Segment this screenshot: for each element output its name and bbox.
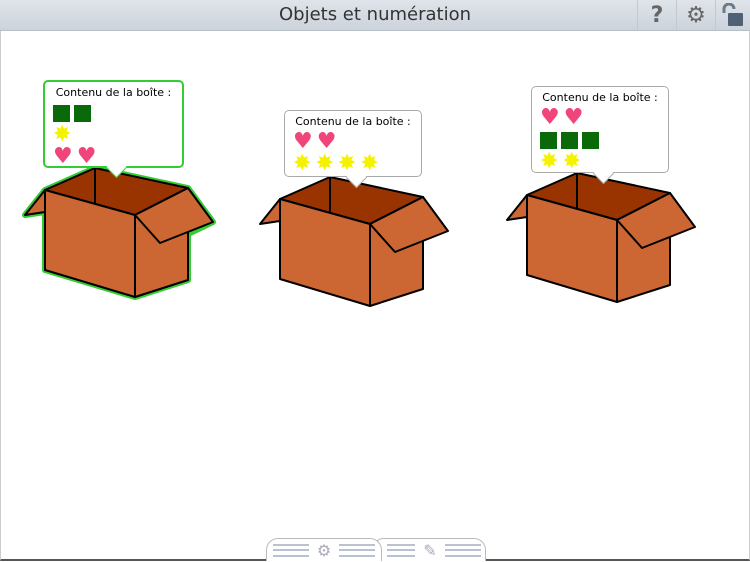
heart-icon: ♥	[53, 144, 73, 169]
lock-button[interactable]	[715, 0, 750, 30]
box-3[interactable]	[506, 172, 697, 305]
square-icon	[561, 131, 578, 149]
heart-icon: ♥	[293, 129, 313, 154]
box-2[interactable]	[259, 176, 450, 309]
box-contents-bubble: Contenu de la boîte : ♥ ♥ ✸ ✸	[531, 86, 669, 185]
gear-icon: ⚙	[316, 540, 332, 560]
tab-settings[interactable]: ⚙	[266, 538, 382, 561]
top-bar: Objets et numération ? ⚙	[0, 0, 750, 31]
item-row: ✸	[53, 124, 174, 146]
gear-icon: ⚙	[686, 2, 706, 28]
box-contents-bubble: Contenu de la boîte : ✸ ♥ ♥	[43, 80, 184, 179]
unlock-icon	[722, 3, 743, 26]
item-row: ♥ ♥	[540, 107, 660, 129]
heart-icon: ♥	[563, 105, 584, 130]
bubble-title: Contenu de la boîte :	[542, 91, 658, 104]
square-icon	[582, 131, 599, 149]
star-icon: ✸	[360, 151, 379, 176]
square-icon	[53, 104, 70, 122]
help-icon: ?	[650, 2, 664, 28]
box-contents-bubble: Contenu de la boîte : ♥ ♥ ✸ ✸ ✸ ✸	[284, 110, 422, 189]
square-icon	[74, 104, 91, 122]
help-button[interactable]: ?	[637, 0, 676, 30]
star-icon: ✸	[562, 149, 581, 174]
heart-icon: ♥	[76, 144, 97, 169]
heart-icon: ♥	[540, 105, 560, 130]
settings-button[interactable]: ⚙	[676, 0, 715, 30]
item-row	[540, 129, 660, 151]
star-icon: ✸	[540, 149, 559, 174]
box-1[interactable]	[22, 165, 216, 300]
square-icon	[540, 131, 557, 149]
bubble-title: Contenu de la boîte :	[295, 115, 411, 128]
tab-edit[interactable]: ✎	[372, 538, 486, 561]
item-row: ♥ ♥	[293, 131, 413, 153]
star-icon: ✸	[293, 151, 312, 176]
bubble-title: Contenu de la boîte :	[55, 86, 172, 99]
star-icon: ✸	[315, 151, 334, 176]
heart-icon: ♥	[316, 129, 337, 154]
item-row	[53, 102, 174, 124]
star-icon: ✸	[53, 122, 72, 147]
pencil-icon: ✎	[423, 540, 437, 560]
